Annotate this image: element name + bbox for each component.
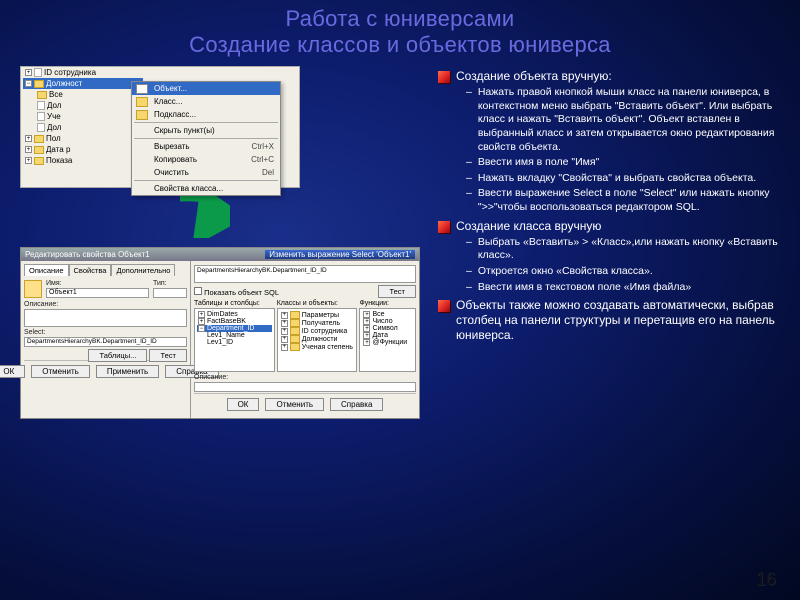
list-item: Получатель — [302, 320, 340, 327]
input-name: Объект1 — [46, 288, 149, 298]
bullet-2: Создание класса вручную — [456, 219, 601, 234]
list-item: DimDates — [207, 311, 238, 318]
slide-title-line1: Работа с юниверсами — [10, 6, 790, 32]
shortcut: Del — [262, 168, 274, 177]
shield-icon — [24, 280, 42, 298]
btn-cancel-r: Отменить — [265, 398, 324, 411]
label-select: Select: — [24, 329, 187, 336]
context-menu: Объект... Класс... Подкласс... Скрыть пу… — [131, 81, 281, 196]
list-item: Должности — [302, 336, 338, 343]
list-item: @Функции — [372, 339, 407, 346]
arrow-icon — [170, 194, 230, 243]
sub-item: Нажать правой кнопкой мыши класс на пане… — [478, 86, 790, 154]
shortcut: Ctrl+C — [251, 155, 274, 164]
tree-item: Дол — [47, 123, 61, 132]
sub-item: Ввести имя в поле "Имя" — [478, 156, 599, 170]
btn-cancel: Отменить — [31, 365, 90, 378]
bullet-1: Создание объекта вручную: — [456, 69, 612, 84]
label-desc: Описание: — [24, 301, 187, 308]
btn-ok-r: ОК — [227, 398, 260, 411]
bullet-3: Объекты также можно создавать автоматиче… — [456, 298, 790, 343]
btn-help-r: Справка — [330, 398, 383, 411]
tree-item: Дол — [47, 101, 61, 110]
input-select: DepartmentsHierarchyBK.Department_ID_ID — [24, 337, 187, 347]
tree-item: Дата р — [46, 145, 70, 154]
menu-item-copy: Копировать — [154, 155, 197, 164]
bullet-icon — [438, 221, 450, 233]
bullet-icon — [438, 300, 450, 312]
page-number: 16 — [756, 569, 776, 590]
col-tables: Таблицы и столбцы: — [194, 300, 275, 307]
label-type: Тип: — [153, 280, 187, 287]
list-item: Lev1_ID — [207, 339, 233, 346]
menu-item-cut: Вырезать — [154, 142, 190, 151]
dialog-title-left: Редактировать свойства Объект1 — [25, 250, 150, 259]
tree-item: Пол — [46, 134, 61, 143]
list-item: Lev1_Name — [207, 332, 245, 339]
tab-desc: Описание — [24, 264, 69, 276]
btn-tables: Таблицы... — [88, 349, 147, 362]
shortcut: Ctrl+X — [252, 142, 274, 151]
bullet-icon — [438, 71, 450, 83]
btn-ok: ОК — [0, 365, 25, 378]
list-item: Число — [372, 318, 392, 325]
tree-item: Все — [49, 90, 63, 99]
tree-selected: Должност — [46, 79, 82, 88]
dialog-title-right: Изменить выражение Select 'Объект1' — [265, 250, 415, 259]
btn-apply: Применить — [96, 365, 159, 378]
col-func: Функции: — [359, 300, 416, 307]
btn-test-r: Тест — [378, 285, 416, 298]
menu-item-object: Объект... — [154, 84, 187, 93]
screenshot-dialogs: Редактировать свойства Объект1 Изменить … — [20, 247, 420, 419]
menu-item-clear: Очистить — [154, 168, 189, 177]
list-item: Параметры — [302, 312, 339, 319]
sub-item: Ввести имя в текстовом поле «Имя файла» — [478, 281, 691, 295]
sub-item: Ввести выражение Select в поле "Select" … — [478, 187, 790, 214]
tab-adv: Дополнительно — [111, 264, 175, 276]
sub-item: Откроется окно «Свойства класса». — [478, 265, 653, 279]
slide-title-line2: Создание классов и объектов юниверса — [10, 32, 790, 58]
menu-item-props: Свойства класса... — [154, 184, 223, 193]
list-item: FactBaseBK — [207, 318, 246, 325]
label-name: Имя: — [46, 280, 62, 287]
menu-item-subclass: Подкласс... — [154, 110, 196, 119]
list-item: Дата — [372, 332, 388, 339]
tree-item: Показа — [46, 156, 72, 165]
tree-root: ID сотрудника — [44, 68, 96, 77]
list-item: Все — [372, 311, 384, 318]
label-desc2: Описание: — [194, 374, 416, 381]
list-item: Department_ID — [207, 325, 254, 332]
chk-show-sql: Показать объект SQL — [204, 288, 279, 297]
col-classes: Классы и объекты: — [277, 300, 358, 307]
tree-item: Уче — [47, 112, 61, 121]
list-item: Ученая степень — [302, 344, 353, 351]
menu-item-hide: Скрыть пункт(ы) — [154, 126, 215, 135]
sub-item: Выбрать «Вставить» > «Класс»,или нажать … — [478, 236, 790, 263]
btn-test: Тест — [149, 349, 187, 362]
sql-expression: DepartmentsHierarchyBK.Department_ID_ID — [194, 265, 416, 283]
sub-item: Нажать вкладку "Свойства" и выбрать свой… — [478, 172, 756, 186]
list-item: Символ — [372, 325, 397, 332]
menu-item-class: Класс... — [154, 97, 182, 106]
list-item: ID сотрудника — [302, 328, 348, 335]
screenshot-tree-contextmenu: +ID сотрудника −Должност Все Дол Уче Дол… — [20, 66, 300, 188]
tab-props: Свойства — [69, 264, 112, 276]
